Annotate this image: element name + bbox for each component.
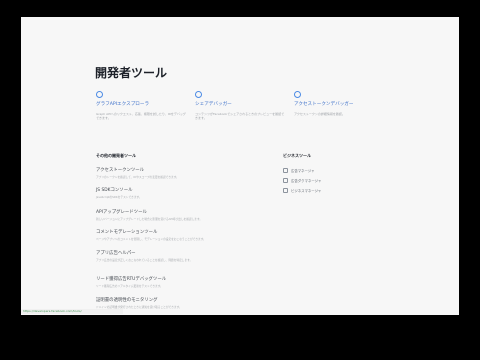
tool-name[interactable]: APIアップグレードツール [96, 209, 346, 215]
tool-name[interactable]: 証明書の透明性のモニタリング [96, 297, 346, 303]
feature-title[interactable]: シェアデバッガー [195, 101, 287, 107]
tool-description: ドメインの証明書が発行されたときに通知を受け取ることができます。 [96, 304, 182, 309]
feature-title[interactable]: アクセストークンデバッガー [294, 101, 386, 107]
page-title: 開発者ツール [95, 66, 168, 80]
ads-manager-icon [283, 168, 288, 173]
other-tools-heading: その他の開発者ツール [96, 153, 136, 158]
feature-share-debugger[interactable]: シェアデバッガー コンテンツがFacebookでシェアされるときのプレビューを確… [195, 91, 287, 120]
business-tool-business-manager[interactable]: ビジネスマネージャ [283, 188, 321, 193]
tool-item-app-ads-helper[interactable]: アプリ広告ヘルパー アプリ広告の設定が正しくおこなわれていることを確認し、問題を… [96, 250, 346, 262]
business-manager-icon [283, 188, 288, 193]
feature-graph-explorer[interactable]: グラフAPIエクスプローラ Graph APIへのリクエスト、応答、権限を試した… [96, 91, 188, 120]
tool-item-api-upgrade-tool[interactable]: APIアップグレードツール 新しいバージョンにアップグレードした場合に影響を受け… [96, 209, 346, 221]
business-tool-label[interactable]: ビジネスマネージャ [291, 188, 321, 193]
tool-item-lead-ads-rtu-debug-tool[interactable]: リード獲得広告RTUデバッグツール リード獲得広告のリアルタイム更新をテストでき… [96, 276, 346, 288]
business-tool-ads-manager[interactable]: 広告マネージャ [283, 168, 315, 173]
tool-name[interactable]: アプリ広告ヘルパー [96, 250, 346, 256]
business-settings-icon [283, 178, 288, 183]
tool-item-comment-moderation-tool[interactable]: コメントモデレーションツール ページやアプリへのコメントを管理し、モデレーション… [96, 229, 346, 241]
tool-description: ページやアプリへのコメントを管理し、モデレーションの設定をおこなうことができます… [96, 236, 206, 241]
business-tool-label[interactable]: 広告ダクマネージャ [291, 178, 321, 183]
feature-description: Graph APIへのリクエスト、応答、権限を試したり、IDをデバッグできます。 [96, 112, 186, 121]
tool-description: 新しいバージョンにアップグレードした場合に影響を受けるAPI呼び出しを確認します… [96, 216, 203, 221]
tool-description: アプリ広告の設定が正しくおこなわれていることを確認し、問題を特定します。 [96, 257, 193, 262]
feature-description: コンテンツがFacebookでシェアされるときのプレビューを確認できます。 [195, 112, 285, 121]
tool-description: リード獲得広告のリアルタイム更新をテストできます。 [96, 283, 163, 288]
business-tool-label[interactable]: 広告マネージャ [291, 168, 315, 173]
status-bar-url: https://developers.facebook.com/tools/ [21, 309, 123, 314]
tool-name[interactable]: リード獲得広告RTUデバッグツール [96, 276, 346, 282]
feature-access-token-debugger[interactable]: アクセストークンデバッガー アクセストークンの詳細情報を確認。 [294, 91, 386, 116]
access-token-debugger-icon [294, 91, 301, 98]
graph-explorer-icon [96, 91, 103, 98]
tool-description: JavaScriptのSDKをテストできます。 [96, 194, 142, 199]
business-tool-business-settings[interactable]: 広告ダクマネージャ [283, 178, 321, 183]
feature-title[interactable]: グラフAPIエクスプローラ [96, 101, 188, 107]
feature-description: アクセストークンの詳細情報を確認。 [294, 112, 345, 116]
business-tools-heading: ビジネスツール [283, 153, 311, 158]
tool-item-certificate-transparency-monitoring[interactable]: 証明書の透明性のモニタリング ドメインの証明書が発行されたときに通知を受け取るこ… [96, 297, 346, 309]
tool-name[interactable]: コメントモデレーションツール [96, 229, 346, 235]
developer-tools-page: 開発者ツール グラフAPIエクスプローラ Graph APIへのリクエスト、応答… [21, 17, 459, 315]
share-debugger-icon [195, 91, 202, 98]
